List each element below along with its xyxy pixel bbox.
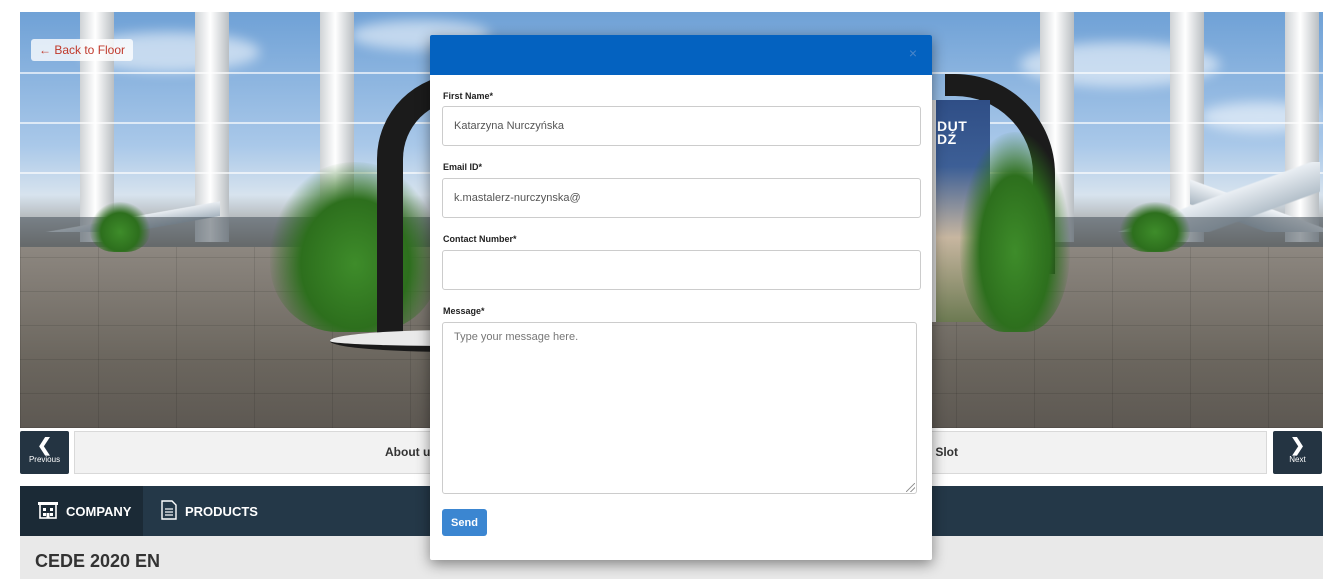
chevron-left-icon: ❮ — [36, 435, 53, 455]
company-name: CEDE 2020 EN — [35, 551, 161, 571]
message-field[interactable] — [442, 322, 917, 494]
tab-products-label: PRODUCTS — [185, 503, 258, 519]
slot-link[interactable]: : Slot — [928, 445, 958, 459]
contact-form-modal: × First Name* Email ID* Contact Number* … — [430, 35, 932, 560]
chevron-right-icon: ❯ — [1289, 435, 1306, 455]
tab-company-label: COMPANY — [66, 503, 132, 519]
modal-header: × — [430, 35, 932, 75]
message-label: Message* — [443, 306, 485, 316]
next-label: Next — [1289, 455, 1306, 464]
resize-grip-icon[interactable] — [906, 483, 915, 492]
previous-button[interactable]: ❮ Previous — [20, 431, 69, 474]
contact-number-field[interactable] — [442, 250, 921, 290]
previous-label: Previous — [28, 455, 61, 464]
document-icon — [161, 499, 177, 523]
building-icon — [38, 501, 58, 522]
back-to-floor-button[interactable]: ← Back to Floor — [31, 39, 134, 61]
booth-poster-text: DUT DŹ — [937, 118, 968, 147]
tab-products[interactable]: PRODUCTS — [143, 486, 276, 536]
first-name-label: First Name* — [443, 91, 494, 101]
tab-company[interactable]: COMPANY — [20, 486, 143, 536]
send-button[interactable]: Send — [442, 509, 487, 536]
email-field[interactable] — [442, 178, 921, 218]
about-us-link[interactable]: About u — [385, 445, 430, 459]
next-button[interactable]: ❯ Next — [1273, 431, 1322, 474]
first-name-field[interactable] — [442, 106, 921, 146]
close-icon[interactable]: × — [906, 46, 920, 60]
contact-number-label: Contact Number* — [443, 234, 517, 244]
email-label: Email ID* — [443, 162, 483, 172]
